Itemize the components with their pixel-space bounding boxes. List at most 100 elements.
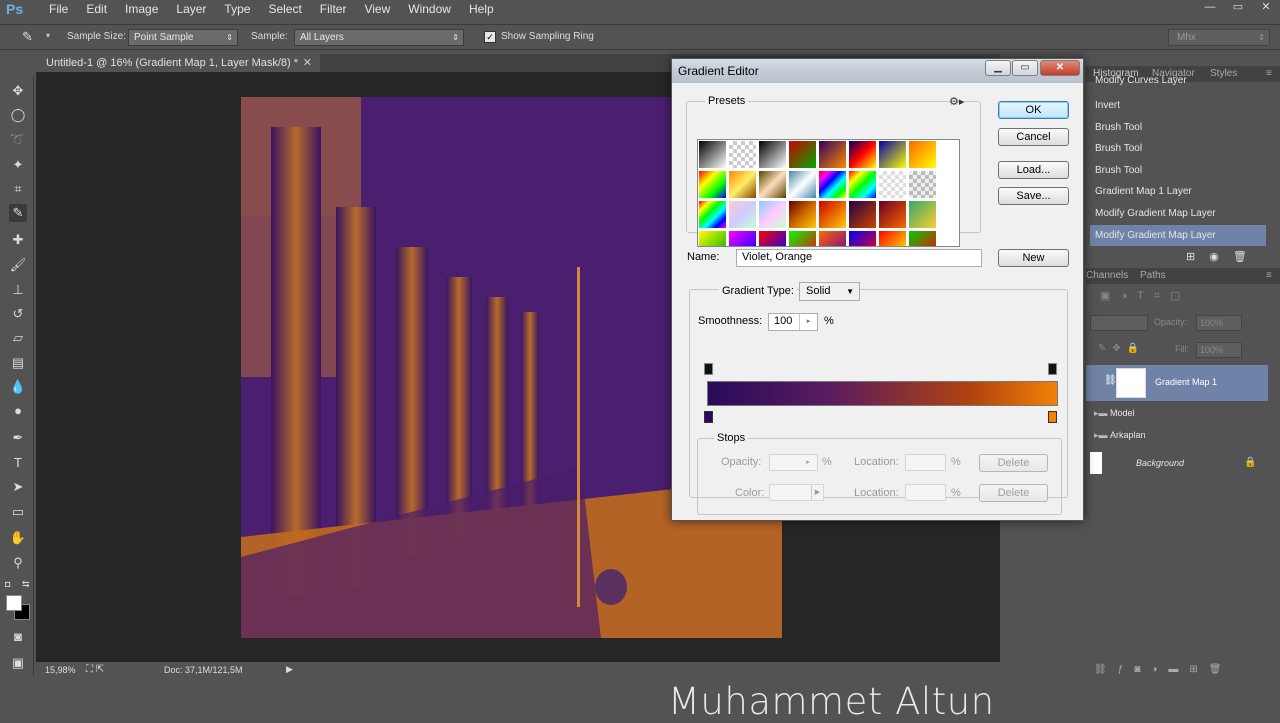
menu-image[interactable]: Image [116, 0, 167, 18]
opacity-stop-right[interactable] [1048, 363, 1057, 375]
adjustment-icon[interactable]: ◑ [1151, 664, 1168, 675]
blur-tool-icon[interactable]: 💧 [9, 378, 27, 396]
hand-tool-icon[interactable]: ✋ [9, 529, 27, 547]
screen-mode-icon[interactable]: ▣ [9, 654, 27, 672]
minimize-icon[interactable]: — [1196, 0, 1224, 16]
swap-colors-icon[interactable]: ⇆ [22, 579, 30, 590]
add-mask-icon[interactable]: ◙ [1134, 664, 1151, 675]
preset-swatch[interactable] [728, 170, 757, 199]
play-arrow-icon[interactable]: ▶ [286, 664, 293, 675]
layer-mask-thumbnail[interactable] [1116, 368, 1146, 398]
history-item[interactable]: Modify Curves Layer [1090, 74, 1266, 90]
history-item[interactable]: Brush Tool [1090, 160, 1266, 181]
cancel-button[interactable]: Cancel [998, 128, 1069, 146]
dialog-titlebar[interactable]: Gradient Editor ▁ ▭ ✕ [672, 59, 1083, 83]
preset-swatch[interactable] [908, 200, 937, 229]
move-tool-icon[interactable]: ✥ [9, 82, 27, 100]
preset-swatch[interactable] [758, 170, 787, 199]
preset-swatch[interactable] [698, 230, 727, 246]
preset-swatch[interactable] [788, 140, 817, 169]
preset-swatch[interactable] [698, 170, 727, 199]
layer-row[interactable]: Background 🔒 [1090, 450, 1270, 476]
dialog-minimize-icon[interactable]: ▁ [985, 60, 1011, 76]
stamp-tool-icon[interactable]: ⊥ [9, 281, 27, 299]
quick-mask-icon[interactable]: ◙ [9, 628, 27, 646]
gear-icon[interactable]: ⚙▸ [949, 95, 964, 108]
folder-icon[interactable]: ▸▬ [1094, 424, 1108, 446]
type-tool-icon[interactable]: T [9, 454, 27, 472]
history-item-selected[interactable]: Modify Gradient Map Layer [1090, 225, 1266, 246]
preset-swatch[interactable] [878, 170, 907, 199]
delete-opacity-stop-button[interactable]: Delete [979, 454, 1048, 472]
load-button[interactable]: Load... [998, 161, 1069, 179]
lasso-tool-icon[interactable]: ➰ [9, 131, 27, 149]
preset-swatch[interactable] [878, 230, 907, 246]
preset-swatch[interactable] [848, 140, 877, 169]
preset-swatch[interactable] [758, 230, 787, 246]
folder-icon[interactable]: ▸▬ [1094, 402, 1108, 424]
preset-swatch[interactable] [758, 200, 787, 229]
slider-arrow-icon[interactable]: ▸ [799, 314, 817, 330]
menu-window[interactable]: Window [399, 0, 460, 18]
layer-row[interactable]: ▸▬ Model [1090, 402, 1270, 424]
new-layer-icon[interactable]: ⊞ [1189, 664, 1208, 675]
preset-swatch[interactable] [848, 200, 877, 229]
new-button[interactable]: New [998, 249, 1069, 267]
preset-swatch[interactable] [818, 200, 847, 229]
layer-row-selected[interactable]: ⛓ Gradient Map 1 [1086, 365, 1268, 401]
trash-icon[interactable]: 🗑 [1233, 251, 1261, 263]
preset-swatch[interactable] [728, 140, 757, 169]
preset-swatch[interactable] [788, 170, 817, 199]
layer-filter-icons[interactable]: ▣◑T⌗▢ [1100, 289, 1190, 303]
preset-swatch[interactable] [878, 200, 907, 229]
stop-opacity-field[interactable]: ▸ [769, 454, 818, 471]
preset-swatch[interactable] [818, 230, 847, 246]
document-tab[interactable]: Untitled-1 @ 16% (Gradient Map 1, Layer … [36, 54, 320, 72]
panel-menu-icon[interactable]: ≡ [1266, 270, 1272, 281]
preset-swatch[interactable] [908, 140, 937, 169]
new-group-icon[interactable]: ▬ [1168, 664, 1189, 675]
eyedropper-icon[interactable]: ✎ [22, 29, 38, 45]
menu-layer[interactable]: Layer [167, 0, 215, 18]
gradient-tool-icon[interactable]: ▤ [9, 354, 27, 372]
preset-swatch[interactable] [848, 170, 877, 199]
gradient-preview-bar[interactable] [707, 381, 1058, 406]
gradient-type-select[interactable]: Solid ▼ [799, 282, 860, 301]
panel-menu-icon[interactable]: ≡ [1266, 68, 1272, 79]
preset-swatch[interactable] [698, 140, 727, 169]
history-brush-icon[interactable]: ↺ [9, 305, 27, 323]
preset-swatch[interactable] [728, 230, 757, 246]
menu-type[interactable]: Type [215, 0, 259, 18]
color-arrow-icon[interactable]: ▶ [811, 485, 823, 500]
opacity-field[interactable]: 100% [1196, 315, 1242, 331]
workspace-select[interactable]: Mhx ⇕ [1168, 29, 1270, 46]
history-item[interactable]: Brush Tool [1090, 138, 1266, 159]
save-button[interactable]: Save... [998, 187, 1069, 205]
default-colors-icon[interactable]: ◘ [5, 579, 10, 589]
slider-arrow-icon[interactable]: ▸ [799, 455, 817, 470]
color-stop-left[interactable] [704, 411, 713, 423]
opacity-stop-left[interactable] [704, 363, 713, 375]
ok-button[interactable]: OK [998, 101, 1069, 119]
preset-swatch[interactable] [788, 230, 817, 246]
zoom-tool-icon[interactable]: ⚲ [9, 554, 27, 572]
preset-swatch[interactable] [878, 140, 907, 169]
close-icon[interactable]: ✕ [303, 54, 312, 72]
dialog-maximize-icon[interactable]: ▭ [1012, 60, 1038, 76]
sample-size-select[interactable]: Point Sample ⇕ [128, 29, 238, 46]
menu-view[interactable]: View [355, 0, 399, 18]
marquee-tool-icon[interactable]: ◯ [9, 106, 27, 124]
history-item[interactable]: Brush Tool [1090, 117, 1266, 138]
preset-swatch[interactable] [758, 140, 787, 169]
preset-swatch[interactable] [788, 200, 817, 229]
chevron-down-icon[interactable]: ▾ [46, 31, 50, 40]
path-select-icon[interactable]: ➤ [9, 478, 27, 496]
eraser-tool-icon[interactable]: ▱ [9, 329, 27, 347]
pen-tool-icon[interactable]: ✒ [9, 429, 27, 447]
color-stop-right[interactable] [1048, 411, 1057, 423]
preset-swatch[interactable] [728, 200, 757, 229]
healing-tool-icon[interactable]: ✚ [9, 231, 27, 249]
blend-mode-select[interactable] [1090, 315, 1148, 331]
fx-icon[interactable]: ƒ [1118, 664, 1135, 675]
tab-paths[interactable]: Paths [1140, 270, 1166, 281]
